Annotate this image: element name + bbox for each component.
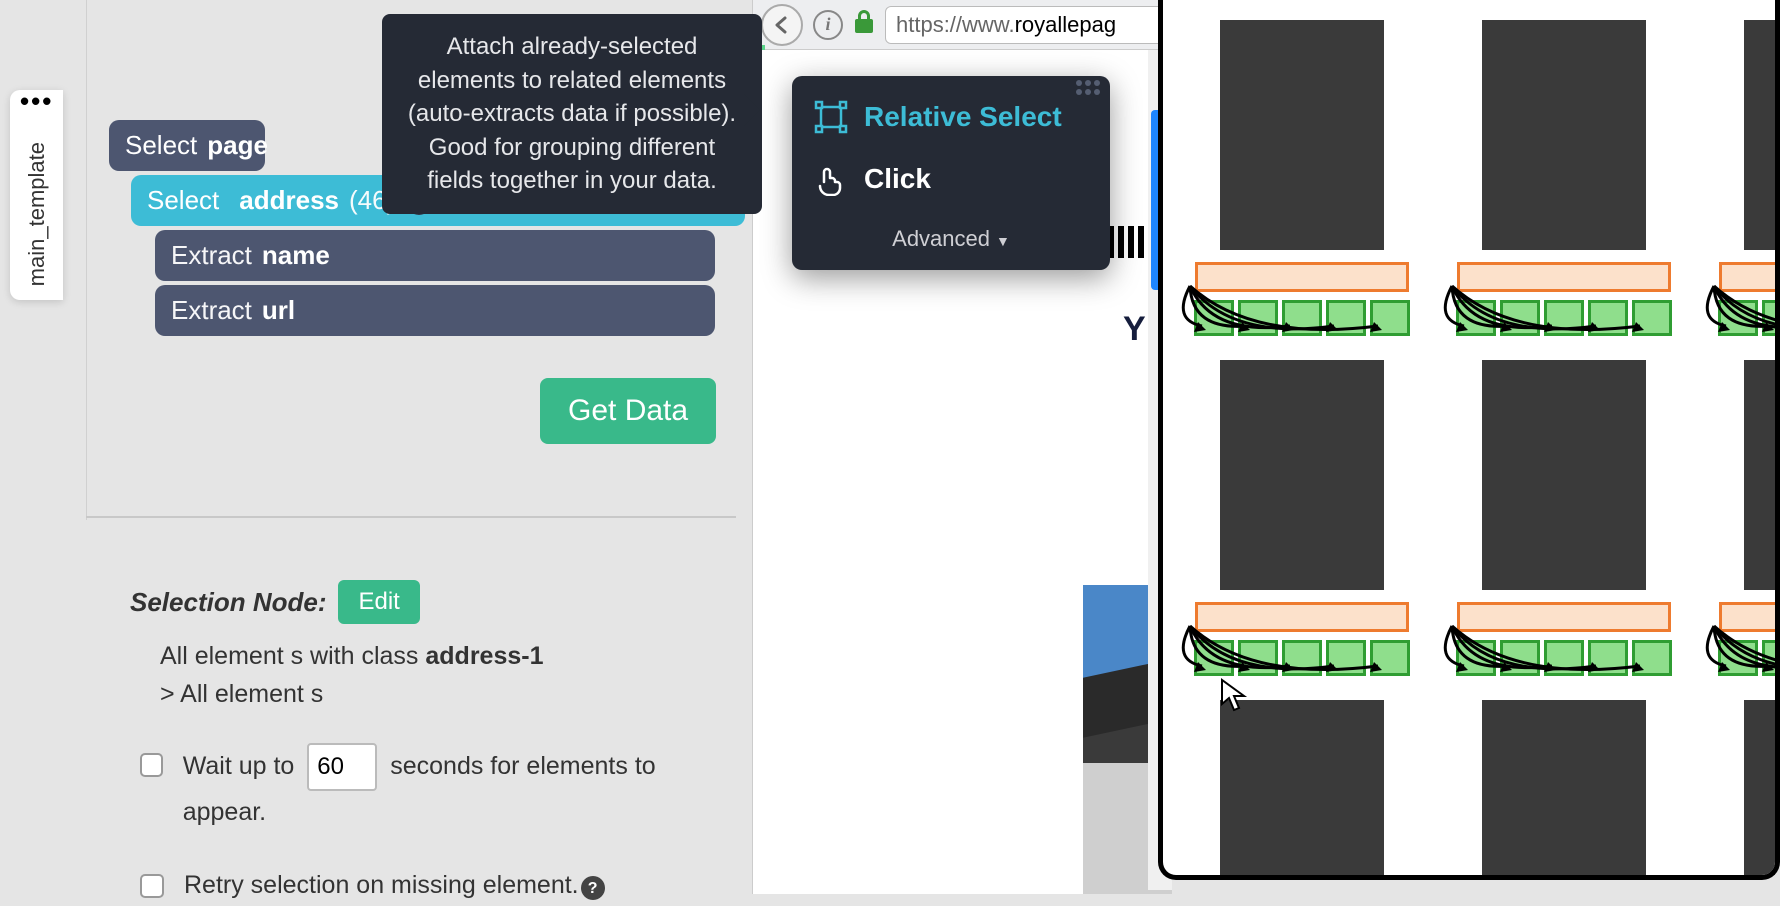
selection-node-section: Selection Node: Edit All element s with … bbox=[130, 580, 710, 906]
lock-icon bbox=[853, 9, 875, 40]
preview-cell bbox=[1183, 700, 1421, 880]
info-icon[interactable]: i bbox=[813, 10, 843, 40]
source-highlight bbox=[1195, 602, 1409, 632]
preview-cell bbox=[1707, 700, 1780, 880]
relative-select-icon bbox=[814, 100, 848, 134]
divider bbox=[86, 516, 736, 518]
preview-cell bbox=[1707, 360, 1780, 676]
target-highlight-row bbox=[1194, 640, 1410, 676]
sidebar-tab-label: main_template bbox=[24, 142, 50, 286]
command-extract-url[interactable]: Extract url bbox=[155, 285, 715, 336]
preview-cell bbox=[1183, 360, 1421, 676]
preview-cell bbox=[1445, 20, 1683, 336]
target-highlight-row bbox=[1718, 640, 1780, 676]
preview-cell bbox=[1445, 360, 1683, 676]
context-menu: Relative Select Click Advanced▼ bbox=[792, 76, 1110, 270]
source-highlight bbox=[1457, 262, 1671, 292]
preview-cell bbox=[1445, 700, 1683, 880]
source-highlight bbox=[1457, 602, 1671, 632]
command-type: Extract bbox=[171, 295, 252, 326]
cursor-icon bbox=[1220, 678, 1248, 717]
command-name: url bbox=[262, 295, 295, 326]
target-highlight-row bbox=[1718, 300, 1780, 336]
wait-seconds-input[interactable] bbox=[307, 743, 377, 791]
command-name: name bbox=[262, 240, 330, 271]
preview-cell bbox=[1707, 20, 1780, 336]
menu-item-relative-select[interactable]: Relative Select bbox=[792, 86, 1110, 148]
wait-checkbox[interactable] bbox=[140, 753, 163, 777]
source-highlight bbox=[1719, 602, 1780, 632]
source-highlight bbox=[1719, 262, 1780, 292]
help-icon[interactable]: ? bbox=[581, 876, 605, 900]
menu-item-click[interactable]: Click bbox=[792, 148, 1110, 210]
edit-button[interactable]: Edit bbox=[338, 580, 419, 624]
get-data-button[interactable]: Get Data bbox=[540, 378, 716, 444]
command-name: address bbox=[239, 185, 339, 216]
command-name: page bbox=[207, 130, 268, 161]
menu-item-label: Click bbox=[864, 163, 931, 195]
back-button[interactable] bbox=[761, 4, 803, 46]
selection-preview-overlay bbox=[1158, 0, 1780, 880]
command-select-page[interactable]: Select page bbox=[109, 120, 265, 171]
click-icon bbox=[814, 162, 848, 196]
command-extract-name[interactable]: Extract name bbox=[155, 230, 715, 281]
drag-handle-icon[interactable] bbox=[1076, 80, 1100, 95]
nav-fragment: Y bbox=[1123, 310, 1146, 349]
sidebar-tab[interactable]: ••• main_template bbox=[10, 90, 63, 300]
command-type: Extract bbox=[171, 240, 252, 271]
command-type: Select bbox=[147, 185, 219, 216]
caret-down-icon: ▼ bbox=[996, 233, 1010, 249]
retry-option: Retry selection on missing element.? bbox=[140, 864, 710, 906]
target-highlight-row bbox=[1456, 640, 1672, 676]
wait-prefix: Wait up to bbox=[183, 752, 295, 780]
tooltip: Attach already-selected elements to rela… bbox=[382, 14, 762, 214]
selection-description: All element s with class address-1 > All… bbox=[160, 638, 710, 713]
menu-item-label: Relative Select bbox=[864, 101, 1062, 133]
menu-advanced[interactable]: Advanced▼ bbox=[792, 210, 1110, 260]
selection-heading: Selection Node: bbox=[130, 587, 326, 618]
command-type: Select bbox=[125, 130, 197, 161]
target-highlight-row bbox=[1194, 300, 1410, 336]
source-highlight bbox=[1195, 262, 1409, 292]
preview-cell bbox=[1183, 20, 1421, 336]
drag-dots-icon: ••• bbox=[20, 98, 53, 106]
url-bar[interactable]: https://www.royallepag bbox=[885, 6, 1164, 44]
target-highlight-row bbox=[1456, 300, 1672, 336]
wait-option: Wait up to seconds for elements to appea… bbox=[140, 743, 710, 834]
retry-label: Retry selection on missing element. bbox=[184, 871, 579, 899]
browser-toolbar: i https://www.royallepag bbox=[753, 0, 1172, 50]
